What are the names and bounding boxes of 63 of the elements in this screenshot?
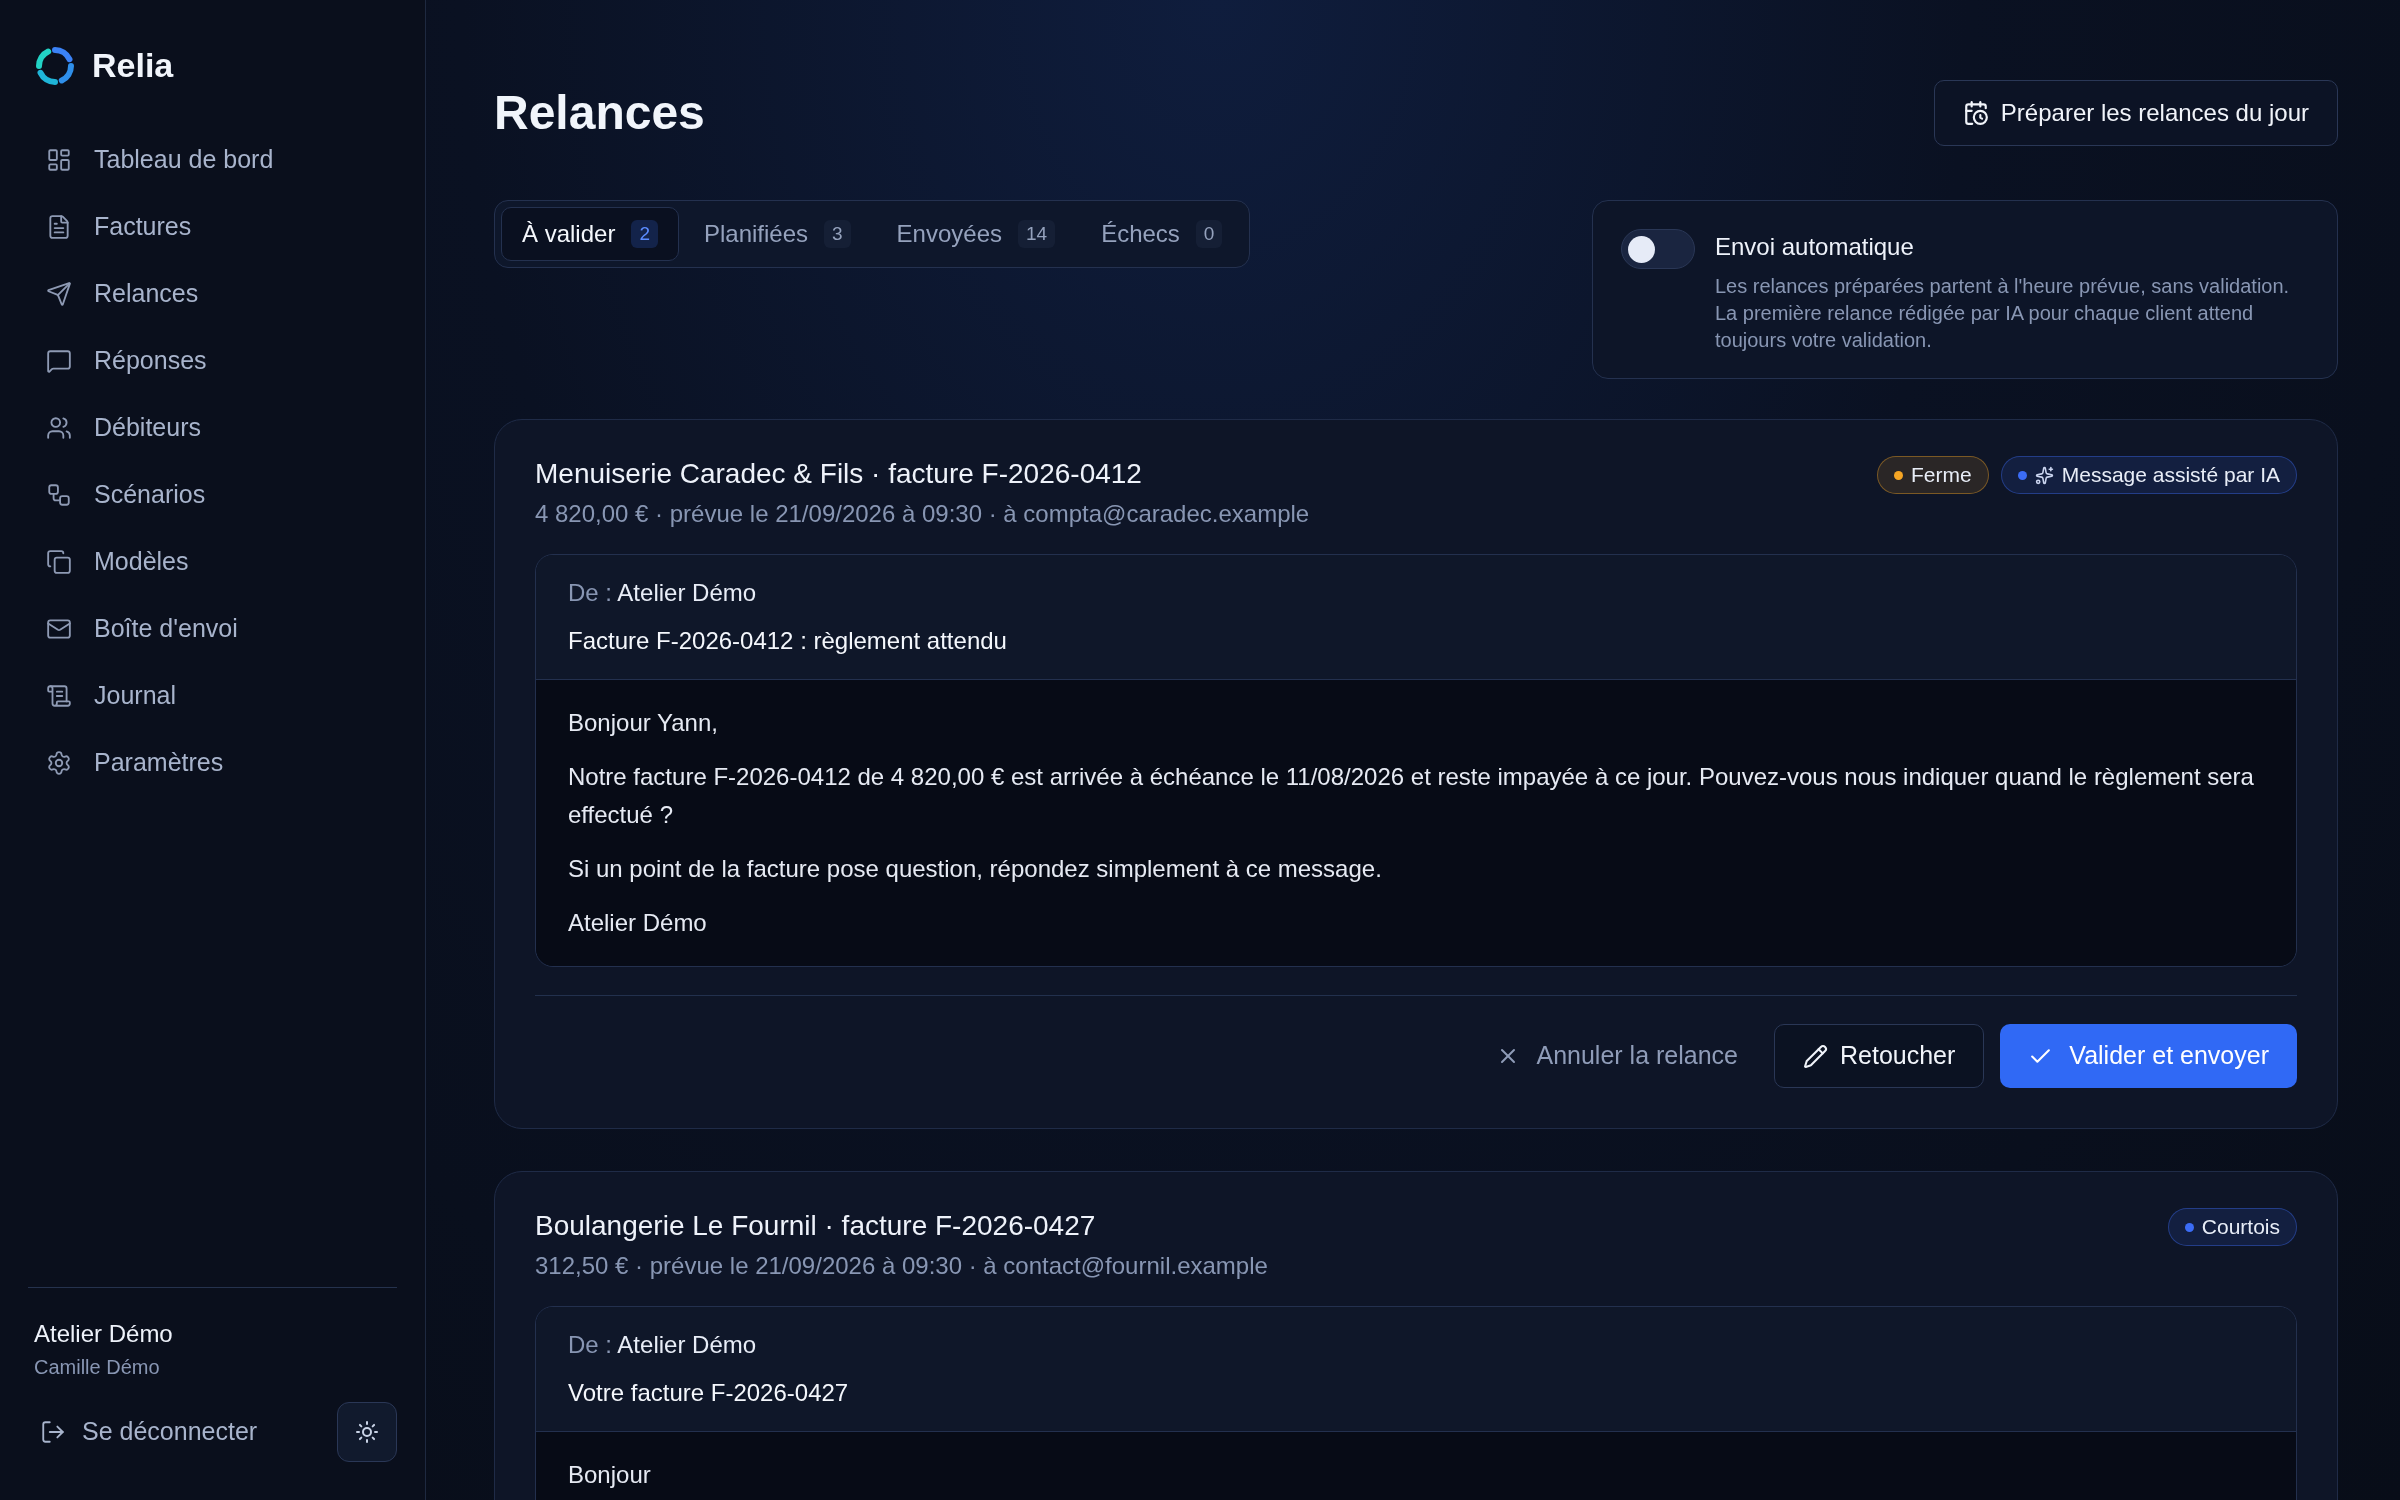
badge-label: Courtois [2201,1214,2280,1241]
sun-icon [355,1420,379,1444]
logout-icon [40,1419,66,1445]
scroll-icon [46,683,72,709]
badge-label: Ferme [1911,462,1972,489]
sparkle-icon [2034,465,2054,485]
nav-item[interactable]: Scénarios [28,468,397,522]
count-badge: 2 [631,219,658,249]
email-paragraph: Si un point de la facture pose question, répondez simplement à ce message. [568,854,1383,884]
prepare-button[interactable]: Préparer les relances du jour [1933,80,2338,146]
email-paragraph: Bonjour Yann, [568,708,719,738]
logo-icon [34,44,76,87]
nav-item[interactable]: Relances [28,267,397,321]
nav-item[interactable]: Boîte d'envoi [28,602,397,656]
auto-send-description: Les relances préparées partent à l'heure prévue, sans validation. La première relance rédigée par IA pour chaque client attend toujours votre validation. [1715,274,2291,353]
message-icon [46,348,72,374]
users-icon [46,415,72,441]
reminder-meta: 312,50 € · prévue le 21/09/2026 à 09:30 · à contact@fournil.example [535,1254,1268,1278]
document-icon [46,214,72,240]
nav-item[interactable]: Débiteurs [28,401,397,455]
paper-plane-icon [46,281,72,307]
sender-line: De : Atelier Démo [568,1330,758,1360]
email-subject: Votre facture F-2026-0427 [568,1378,850,1408]
logout-button[interactable]: Se déconnecter [28,1403,270,1461]
tab[interactable]: Planifiées 3 [682,207,872,261]
nav-item[interactable]: Factures [28,200,397,254]
count-badge: 3 [824,219,851,249]
send-button[interactable]: Valider et envoyer [2000,1024,2297,1088]
settings-icon [46,750,72,776]
copy-icon [46,549,72,575]
auto-send-title: Envoi automatique [1715,232,1915,262]
brand-name: Relia [92,45,174,86]
nav-item[interactable]: Paramètres [28,736,397,790]
nav-item[interactable]: Réponses [28,334,397,388]
reminder-title: Boulangerie Le Fournil · facture F-2026-0427 [535,1212,1097,1240]
page-title: Relances [494,89,705,137]
dashboard-icon [46,147,72,173]
company-name: Atelier Démo [34,1319,174,1349]
pencil-icon [1803,1043,1828,1069]
nav-item[interactable]: Modèles [28,535,397,589]
email-paragraph: Bonjour [568,1460,652,1490]
calendar-clock-icon [1962,100,1989,126]
email-paragraph: Notre facture F-2026-0412 de 4 820,00 € est arrivée à échéance le 11/08/2026 et reste impayée à ce jour. Pouvez-vous nous indiquer quand le règlement sera effectué ? [568,762,2255,830]
sender-line: De : Atelier Démo [568,578,758,608]
cancel-button[interactable]: Annuler la relance [1476,1024,1758,1088]
tab[interactable]: À valider 2 [501,207,679,261]
count-badge: 14 [1018,219,1056,249]
user-name: Camille Démo [34,1355,161,1380]
edit-button[interactable]: Retoucher [1774,1024,1985,1088]
nav-item[interactable]: Tableau de bord [28,133,397,187]
tab[interactable]: Échecs 0 [1080,207,1244,261]
mail-icon [46,616,72,642]
reminder-title: Menuiserie Caradec & Fils · facture F-2026-0412 [535,460,1143,488]
reminder-meta: 4 820,00 € · prévue le 21/09/2026 à 09:30 · à compta@caradec.example [535,502,1310,526]
email-subject: Facture F-2026-0412 : règlement attendu [568,626,1008,656]
nav-item[interactable]: Journal [28,669,397,723]
auto-send-toggle[interactable] [1621,229,1695,269]
tab[interactable]: Envoyées 14 [875,207,1077,261]
count-badge: 0 [1195,219,1223,249]
badge-label: Message assisté par IA [2061,462,2280,489]
theme-button[interactable] [337,1402,397,1462]
workflow-icon [46,482,72,508]
email-paragraph: Atelier Démo [568,908,708,938]
